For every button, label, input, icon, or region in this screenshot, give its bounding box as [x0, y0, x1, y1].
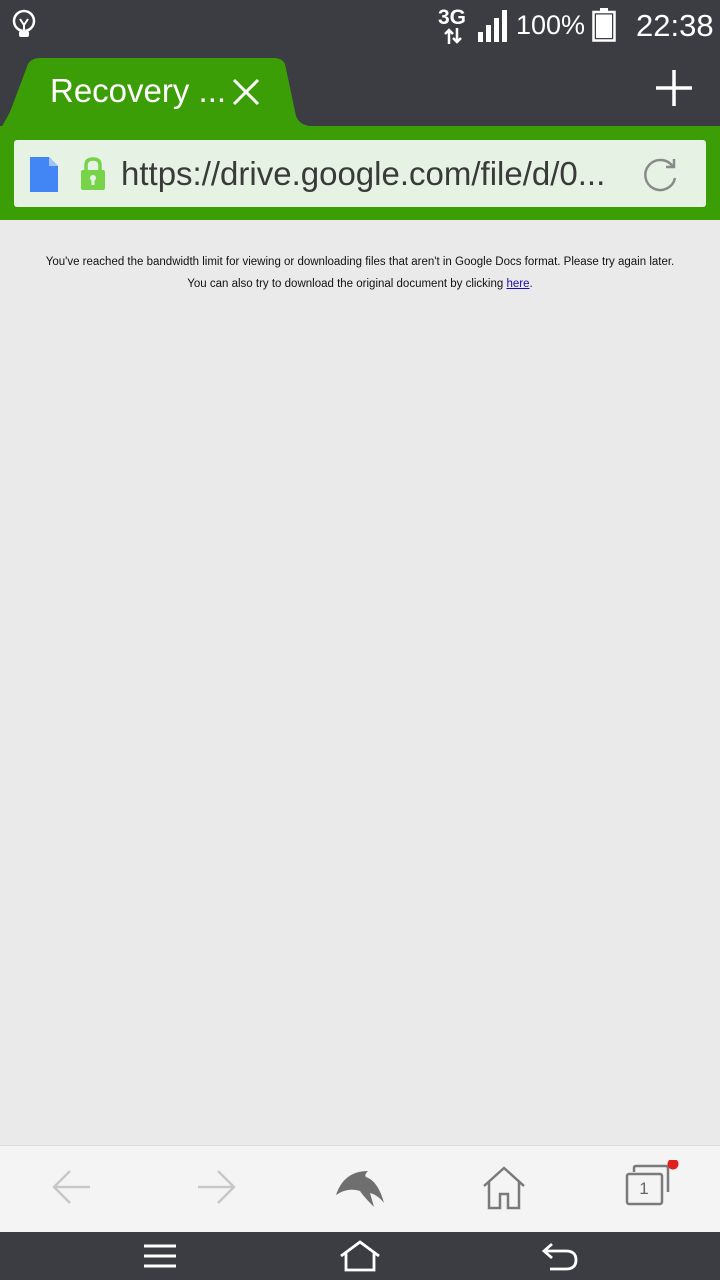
- lock-icon: [81, 157, 105, 190]
- menu-icon[interactable]: [142, 1243, 178, 1269]
- download-message-prefix: You can also try to download the origina…: [187, 278, 507, 290]
- download-message-suffix: .: [529, 278, 533, 290]
- reload-icon[interactable]: [642, 156, 680, 194]
- system-back-icon[interactable]: [540, 1240, 580, 1272]
- network-type: 3G: [438, 6, 467, 29]
- tab-title[interactable]: Recovery ...: [50, 72, 226, 110]
- close-tab-icon[interactable]: [230, 76, 262, 108]
- lightbulb-icon: [12, 9, 36, 37]
- back-arrow-icon[interactable]: [50, 1165, 94, 1209]
- url-text[interactable]: https://drive.google.com/file/d/0...: [121, 155, 611, 193]
- bandwidth-limit-message: You've reached the bandwidth limit for v…: [45, 256, 675, 268]
- document-icon: [30, 157, 58, 192]
- page-content: [0, 220, 720, 1144]
- signal-icon: [478, 10, 507, 42]
- download-here-link[interactable]: here: [506, 278, 529, 290]
- battery-icon: [592, 8, 616, 42]
- system-home-icon[interactable]: [338, 1240, 382, 1272]
- forward-arrow-icon[interactable]: [194, 1165, 238, 1209]
- tab-count: 1: [639, 1179, 649, 1198]
- clock: 22:38: [636, 8, 714, 43]
- status-bar: 3G 100% 22:38: [0, 0, 720, 50]
- data-arrows-icon: [444, 28, 462, 44]
- home-icon[interactable]: [480, 1164, 528, 1212]
- new-tab-plus-icon[interactable]: [654, 68, 694, 108]
- dolphin-menu-icon[interactable]: [334, 1163, 386, 1211]
- download-original-message: You can also try to download the origina…: [0, 278, 720, 290]
- battery-percent: 100%: [516, 10, 586, 40]
